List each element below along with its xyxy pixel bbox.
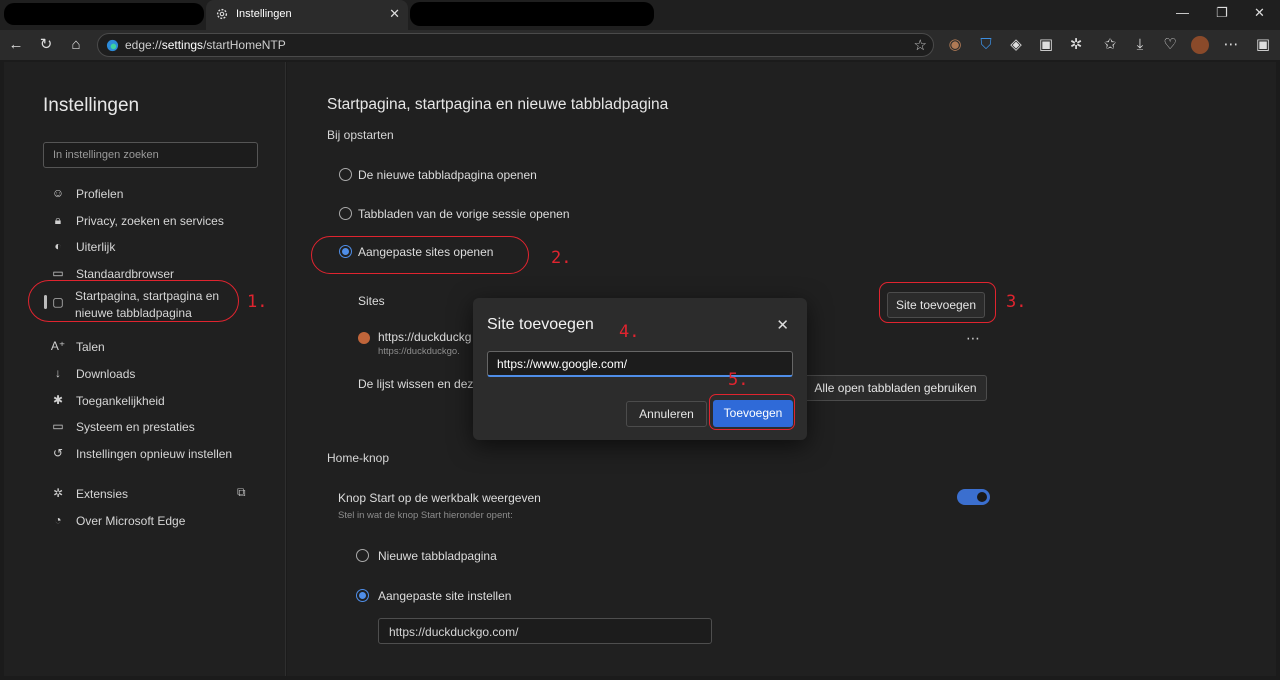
external-link-icon: ⧉ (237, 485, 246, 499)
annotation-box-5 (709, 394, 795, 430)
sidebar-toggle-icon[interactable]: ▣ (1254, 36, 1272, 54)
edge-icon (106, 39, 119, 52)
annotation-number-1: 1. (247, 292, 268, 312)
radio-previous-session[interactable] (339, 207, 352, 220)
annotation-number-5: 5. (728, 370, 749, 390)
search-placeholder: In instellingen zoeken (53, 149, 159, 161)
shield-icon[interactable]: ⛉ (977, 36, 995, 54)
avatar[interactable] (1191, 36, 1209, 54)
sites-label: Sites (358, 294, 385, 308)
minimize-icon[interactable]: — (1176, 5, 1189, 20)
extension-icon[interactable]: ◉ (946, 36, 964, 54)
edge-icon: ◔ (54, 513, 62, 527)
lock-icon: 🔒︎ (54, 213, 62, 227)
address-bar[interactable]: edge://settings/startHomeNTP ☆ (97, 33, 934, 57)
favorite-star-icon[interactable]: ☆ (914, 36, 927, 54)
more-options-icon[interactable]: ⋯ (966, 330, 980, 347)
close-icon[interactable]: ✕ (776, 316, 789, 334)
accessibility-icon: ✱ (52, 393, 64, 407)
download-icon: ↓ (55, 366, 61, 380)
puzzle-icon: ✲ (52, 486, 64, 500)
option-previous-session: Tabbladen van de vorige sessie openen (358, 207, 570, 221)
dialog-title: Site toevoegen (487, 316, 594, 333)
radio-new-tab-page[interactable] (339, 168, 352, 181)
option-home-custom-site: Aangepaste site instellen (378, 589, 512, 603)
tab-title: Instellingen (236, 8, 292, 20)
health-icon[interactable]: ♡ (1161, 36, 1179, 54)
home-site-value: https://duckduckgo.com/ (389, 625, 519, 639)
annotation-box-3 (879, 282, 996, 323)
redacted-tab (410, 2, 654, 26)
option-home-new-tab: Nieuwe tabbladpagina (378, 549, 497, 563)
home-button-toggle[interactable] (957, 489, 990, 505)
page-title: Startpagina, startpagina en nieuwe tabbl… (327, 96, 669, 113)
palette-icon: ◐ (54, 239, 62, 253)
reset-icon: ↺ (52, 446, 64, 460)
home-heading: Home-knop (327, 451, 390, 465)
home-icon[interactable]: ⌂ (67, 36, 85, 54)
home-toggle-sub: Stel in wat de knop Start hieronder open… (338, 510, 513, 521)
back-icon[interactable]: ← (7, 36, 25, 54)
cancel-button[interactable]: Annuleren (626, 401, 707, 427)
sidebar-title: Instellingen (43, 95, 140, 116)
site-entry-url: https://duckduckgo. (378, 346, 460, 357)
home-site-input[interactable]: https://duckduckgo.com/ (378, 618, 712, 644)
puzzle-icon[interactable]: ✲ (1067, 36, 1085, 54)
more-icon[interactable]: ⋯ (1222, 36, 1240, 54)
profile-icon: ☺ (51, 186, 65, 200)
site-entry-title: https://duckduckg (378, 330, 472, 344)
tab-settings[interactable]: Instellingen ✕ (206, 0, 408, 30)
languages-icon: A⁺ (50, 339, 66, 353)
settings-search-input[interactable]: In instellingen zoeken (43, 142, 258, 168)
use-all-tabs-button[interactable]: Alle open tabbladen gebruiken (804, 375, 987, 401)
url-text: edge://settings/startHomeNTP (125, 38, 286, 52)
settings-sidebar: Instellingen In instellingen zoeken ☺ Pro… (4, 62, 286, 676)
favorites-icon[interactable]: ✩ (1101, 36, 1119, 54)
gear-icon (216, 8, 228, 20)
option-new-tab-page: De nieuwe tabbladpagina openen (358, 168, 537, 182)
site-favicon (358, 332, 370, 344)
download-icon[interactable]: ⤓ (1131, 36, 1149, 54)
close-tab-icon[interactable]: ✕ (389, 6, 400, 22)
radio-home-custom-site[interactable] (356, 589, 369, 602)
restore-icon[interactable]: ❐ (1216, 5, 1228, 21)
bitwarden-icon[interactable]: ▣ (1037, 36, 1055, 54)
redacted-tab (4, 3, 204, 25)
annotation-ellipse-1 (28, 280, 239, 322)
title-bar: Instellingen ✕ — ❐ ✕ (0, 0, 1280, 30)
clear-list-text: De lijst wissen en deze (358, 377, 481, 391)
close-window-icon[interactable]: ✕ (1254, 5, 1265, 21)
annotation-number-4: 4. (619, 322, 640, 342)
startup-heading: Bij opstarten (327, 128, 394, 142)
annotation-ellipse-2 (311, 236, 529, 274)
laptop-icon: ▭ (52, 419, 64, 433)
annotation-number-2: 2. (551, 248, 572, 268)
annotation-number-3: 3. (1006, 292, 1027, 312)
home-toggle-label: Knop Start op de werkbalk weergeven (338, 491, 541, 505)
radio-home-new-tab[interactable] (356, 549, 369, 562)
refresh-icon[interactable]: ↻ (37, 36, 55, 54)
extension-icon[interactable]: ◈ (1007, 36, 1025, 54)
